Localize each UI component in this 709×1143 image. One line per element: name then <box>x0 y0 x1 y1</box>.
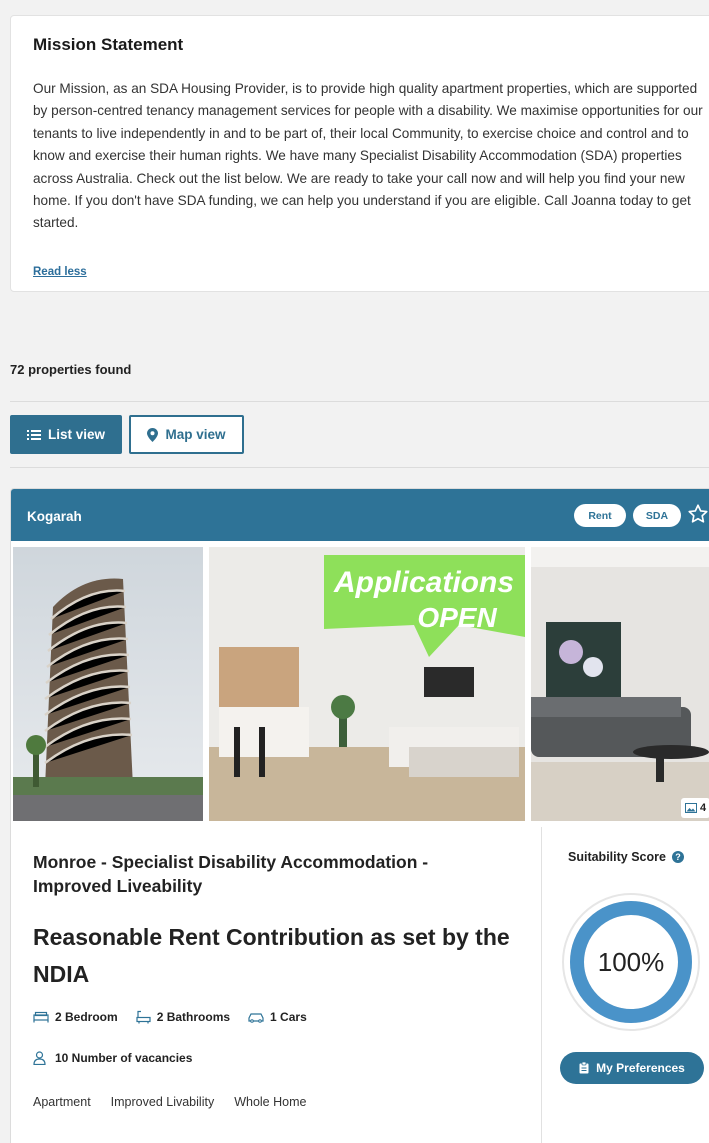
mission-body: Our Mission, as an SDA Housing Provider,… <box>33 81 703 231</box>
divider <box>10 467 709 468</box>
property-card[interactable]: Kogarah Rent SDA Applications OPEN 4 Mon… <box>10 488 709 1143</box>
property-suburb: Kogarah <box>27 509 82 524</box>
mission-statement-card: Mission Statement Our Mission, as an SDA… <box>10 15 709 292</box>
list-icon <box>26 429 41 440</box>
bedrooms-label: 2 Bedroom <box>55 1010 118 1024</box>
bathrooms-label: 2 Bathrooms <box>156 1010 231 1024</box>
clipboard-icon <box>579 1062 589 1074</box>
my-preferences-label: My Preferences <box>596 1061 685 1075</box>
map-view-button[interactable]: Map view <box>129 415 244 454</box>
bath-icon <box>136 1010 151 1024</box>
overlay-line2: OPEN <box>417 602 497 633</box>
divider <box>10 401 709 402</box>
cars-feature: 1 Cars <box>248 1010 307 1024</box>
property-image-building[interactable] <box>13 547 203 821</box>
image-count-value: 4 <box>700 802 707 814</box>
rent-badge: Rent <box>574 504 626 527</box>
divider <box>541 827 542 1143</box>
user-icon <box>33 1051 46 1065</box>
tag: Improved Livability <box>110 1095 215 1109</box>
cars-label: 1 Cars <box>270 1010 307 1024</box>
property-features: 2 Bedroom 2 Bathrooms 1 Cars <box>33 1010 325 1024</box>
overlay-line1: Applications <box>333 566 514 599</box>
results-count: 72 properties found <box>10 362 132 377</box>
mission-title: Mission Statement <box>33 35 184 54</box>
rent-description: Reasonable Rent Contribution as set by t… <box>33 924 510 987</box>
suitability-score-value: 100% <box>597 946 665 977</box>
help-icon[interactable]: ? <box>671 851 684 863</box>
list-view-button[interactable]: List view <box>10 415 122 454</box>
vacancies: 10 Number of vacancies <box>33 1051 192 1065</box>
map-view-label: Map view <box>165 427 226 442</box>
map-pin-icon <box>147 427 159 442</box>
image-icon <box>685 803 697 813</box>
property-card-header: Kogarah Rent SDA <box>11 489 709 541</box>
list-view-label: List view <box>47 427 106 442</box>
property-tags: Apartment Improved Livability Whole Home <box>33 1095 306 1109</box>
sda-badge: SDA <box>633 504 681 527</box>
suitability-score-title: Suitability Score <box>568 850 666 864</box>
favourite-star-icon[interactable] <box>687 503 709 525</box>
bed-icon <box>33 1011 49 1023</box>
my-preferences-button[interactable]: My Preferences <box>560 1052 704 1084</box>
bathrooms-feature: 2 Bathrooms <box>136 1010 230 1024</box>
tag: Whole Home <box>234 1095 307 1109</box>
property-name[interactable]: Monroe - Specialist Disability Accommoda… <box>33 850 493 898</box>
property-image-living[interactable] <box>531 547 709 821</box>
image-count[interactable]: 4 <box>681 798 709 818</box>
read-less-link[interactable]: Read less <box>33 266 87 278</box>
property-image-interior[interactable]: Applications OPEN <box>209 547 525 821</box>
suitability-score-label: Suitability Score ? <box>568 850 684 864</box>
bedrooms-feature: 2 Bedroom <box>33 1010 118 1024</box>
vacancies-label: 10 Number of vacancies <box>55 1051 193 1065</box>
car-icon <box>248 1012 264 1023</box>
tag: Apartment <box>33 1095 91 1109</box>
